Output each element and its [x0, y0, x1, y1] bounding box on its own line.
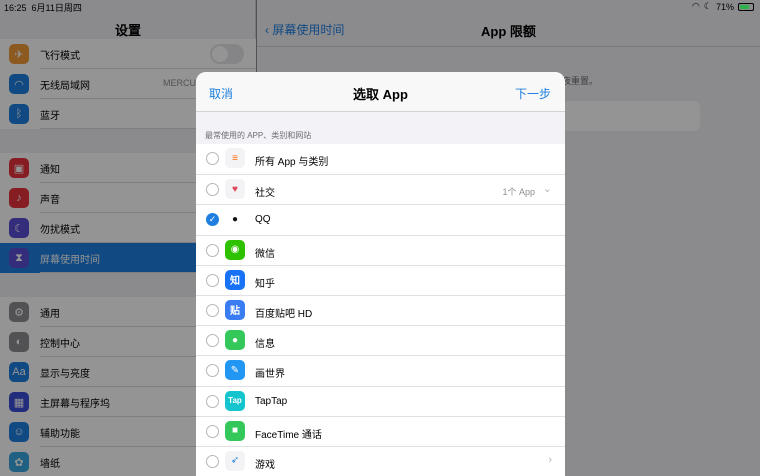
status-time: 16:25 [4, 3, 27, 13]
brush-icon: ✎ [225, 360, 245, 381]
tieba-icon: 贴 [225, 299, 245, 320]
battery-icon [738, 2, 754, 11]
app-row[interactable]: 知知乎 [196, 264, 565, 295]
app-row[interactable]: Tap TapTap [196, 385, 565, 416]
taptap-icon: Tap [225, 390, 245, 411]
app-row[interactable]: ✓ ● QQ [196, 204, 565, 234]
app-name: 信息 [255, 339, 275, 351]
app-name: QQ [255, 214, 271, 226]
status-bar: 16:25 6月11日周四 ◠ ☾ 71% [0, 0, 760, 14]
radio-circle-icon[interactable] [206, 152, 219, 165]
app-count: 1个 App [502, 187, 535, 198]
checkmark-icon[interactable]: ✓ [206, 213, 219, 227]
app-name: FaceTime 通话 [255, 429, 322, 441]
radio-circle-icon[interactable] [206, 334, 219, 348]
app-list: ≡ 所有 App 与类别 ♥ 社交 1个 App ⌄ ✓ ● QQ ◉ 微信知知乎贴百度贴吧 HD ●… [196, 144, 565, 476]
app-name: TapTap [255, 395, 288, 407]
app-row[interactable]: ■ FaceTime 通话 [196, 415, 565, 446]
app-name: 知乎 [255, 278, 275, 290]
status-time-date: 16:25 6月11日周四 [4, 1, 82, 14]
zhihu-icon: 知 [225, 269, 245, 290]
wechat-icon: ◉ [225, 239, 245, 260]
radio-circle-icon[interactable] [206, 183, 219, 197]
rocket-icon: ➶ [225, 450, 245, 471]
chevron-right-icon[interactable]: › [548, 454, 552, 466]
moon-icon: ☾ [703, 1, 712, 11]
app-name: 社交 [255, 188, 275, 200]
app-row[interactable]: ✎ 画世界 [196, 355, 565, 385]
radio-circle-icon[interactable] [206, 454, 219, 468]
sheet-title: 选取 App [353, 87, 408, 102]
radio-circle-icon[interactable] [206, 424, 219, 438]
app-row[interactable]: ≡ 所有 App 与类别 [196, 144, 565, 174]
message-icon: ● [225, 330, 245, 351]
app-row[interactable]: ◉ 微信 [196, 234, 565, 265]
choose-app-sheet: 取消 选取 App 下一步 最常使用的 APP、类别和网站 ≡ 所有 App 与类… [196, 72, 565, 476]
app-row[interactable]: ● 信息 [196, 325, 565, 355]
penguin-icon: ● [225, 209, 245, 230]
wifi-icon: ◠ [692, 1, 700, 11]
radio-circle-icon[interactable] [206, 303, 219, 317]
radio-circle-icon[interactable] [206, 273, 219, 287]
app-name: 画世界 [255, 369, 285, 381]
chevron-down-icon[interactable]: ⌄ [543, 182, 552, 195]
sheet-header: 取消 选取 App 下一步 [196, 72, 565, 112]
section-header: 最常使用的 APP、类别和网站 [205, 131, 312, 140]
status-right: ◠ ☾ 71% [692, 1, 754, 12]
radio-circle-icon[interactable] [206, 394, 219, 408]
app-name: 百度贴吧 HD [255, 308, 313, 320]
app-row[interactable]: ♥ 社交 1个 App ⌄ [196, 174, 565, 204]
status-date: 6月11日周四 [31, 3, 82, 13]
radio-circle-icon[interactable] [206, 364, 219, 378]
stack-icon: ≡ [225, 148, 245, 168]
next-button[interactable]: 下一步 [515, 85, 551, 102]
video-camera-icon: ■ [225, 420, 245, 441]
radio-circle-icon[interactable] [206, 243, 219, 257]
app-name: 所有 App 与类别 [255, 157, 329, 168]
app-name: 微信 [255, 248, 275, 260]
settings-screen: 16:25 6月11日周四 ◠ ☾ 71% 设置 ✈ 飞行模式 ◠ 无线局域网 MERC… [0, 0, 760, 476]
app-row[interactable]: ➶ 游戏 › [196, 445, 565, 476]
social-icon: ♥ [225, 179, 245, 200]
battery-percent: 71% [715, 1, 734, 12]
app-row[interactable]: 贴百度贴吧 HD [196, 294, 565, 325]
app-name: 游戏 [255, 459, 275, 471]
